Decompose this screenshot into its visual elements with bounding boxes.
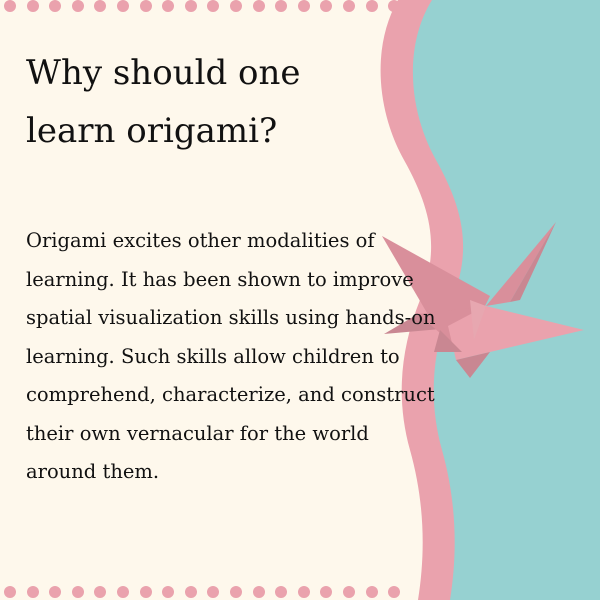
border-dot [388, 586, 401, 598]
border-dot [117, 0, 129, 12]
border-dot [297, 0, 310, 12]
border-dot [365, 586, 378, 598]
border-dot [275, 586, 288, 598]
border-dot [94, 586, 107, 598]
border-dot [139, 586, 152, 598]
border-dot [49, 0, 62, 12]
border-dot [71, 0, 84, 12]
border-dot [162, 0, 175, 12]
border-dot [139, 0, 152, 12]
border-dot [320, 0, 333, 12]
border-dot [365, 0, 378, 12]
border-dot [26, 586, 39, 598]
border-dot [26, 0, 39, 12]
border-dot [230, 586, 242, 598]
border-dot [388, 0, 401, 12]
border-dot [49, 586, 62, 598]
border-dot [4, 586, 16, 598]
border-dot [252, 586, 265, 598]
body-paragraph: Origami excites other modalities of lear… [26, 229, 436, 483]
border-dot [4, 0, 16, 12]
border-dot [230, 0, 242, 12]
top-dot-border [0, 0, 430, 14]
page-title: Why should one learn origami? [26, 53, 301, 151]
border-dot [71, 586, 84, 598]
border-dot [252, 0, 265, 12]
border-dot [343, 0, 355, 12]
border-dot [343, 586, 355, 598]
border-dot [320, 586, 333, 598]
border-dot [297, 586, 310, 598]
bottom-dot-border [0, 586, 430, 600]
border-dot [184, 0, 197, 12]
border-dot [162, 586, 175, 598]
border-dot [207, 586, 220, 598]
border-dot [275, 0, 288, 12]
border-dot [207, 0, 220, 12]
border-dot [117, 586, 129, 598]
border-dot [184, 586, 197, 598]
infographic-card: Why should one learn origami? Origami ex… [0, 0, 600, 600]
border-dot [94, 0, 107, 12]
